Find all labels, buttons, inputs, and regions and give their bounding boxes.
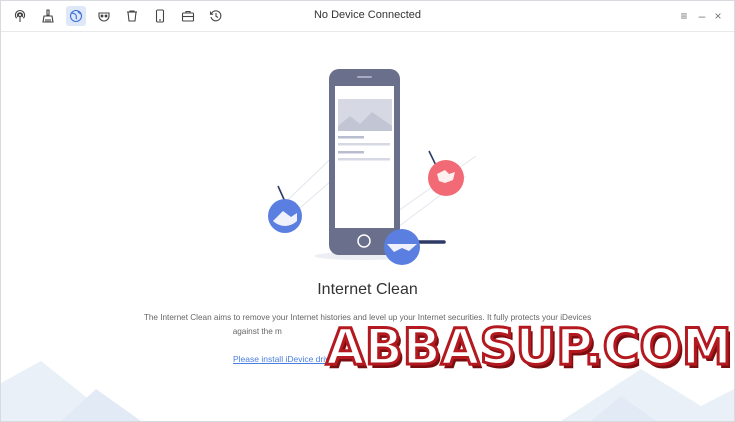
window-title: No Device Connected [313, 9, 421, 21]
watermark: ABBASUP.COM [325, 317, 734, 378]
menu-icon[interactable]: ≡ [676, 7, 692, 25]
page-title: Internet Clean [317, 281, 418, 298]
internet-clean-illustration [268, 69, 477, 265]
description-line-2-start: against the m [232, 327, 282, 336]
close-button[interactable]: × [710, 7, 726, 25]
minimize-button[interactable]: – [694, 7, 710, 25]
title-bar: No Device Connected ≡ – × [1, 1, 734, 32]
